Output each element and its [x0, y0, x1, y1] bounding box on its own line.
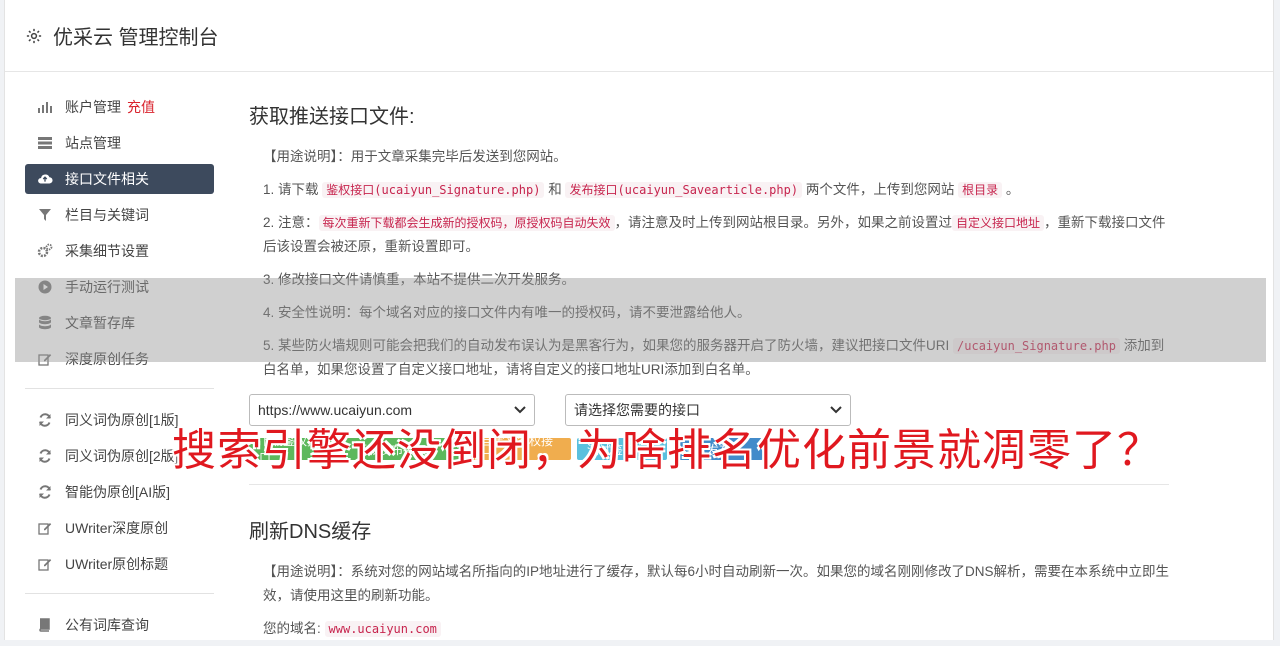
sidebar-item-ai-rewrite[interactable]: 智能伪原创[AI版] — [25, 477, 214, 507]
sidebar: 账户管理 充值 站点管理 接口文件相关 栏目与关键词 采集细节设置 手动运行测试… — [25, 92, 214, 646]
refresh-icon — [37, 448, 53, 464]
gear-icon — [26, 28, 42, 43]
section-divider — [249, 484, 1169, 485]
sidebar-item-label: UWriter深度原创 — [65, 520, 169, 536]
overlay-headline: 搜索引擎还没倒闭，为啥排名优化前景就凋零了？ — [172, 425, 1162, 476]
server-icon — [37, 135, 53, 151]
text: 和 — [544, 182, 566, 197]
sidebar-item-uwriter-deep[interactable]: UWriter深度原创 — [25, 513, 214, 543]
domain-value: www.ucaiyun.com — [324, 621, 441, 637]
instruction-2: 2. 注意： 每次重新下载都会生成新的授权码，原授权码自动失效 ，请注意及时上传到网… — [263, 211, 1169, 259]
text: 。 — [1002, 182, 1020, 197]
sidebar-item-uwriter-title[interactable]: UWriter原创标题 — [25, 549, 214, 579]
sidebar-item-label: UWriter原创标题 — [65, 556, 169, 572]
sidebar-item-label: 智能伪原创[AI版] — [65, 484, 171, 500]
sidebar-item-collect-settings[interactable]: 采集细节设置 — [25, 236, 214, 266]
book-icon — [37, 617, 53, 633]
sidebar-divider — [25, 388, 214, 389]
sidebar-item-label: 采集细节设置 — [65, 243, 149, 259]
sidebar-item-label: 公有词库查询 — [65, 617, 149, 633]
refresh-icon — [37, 484, 53, 500]
custom-url-code: 自定义接口地址 — [952, 215, 1045, 231]
top-bar: 优采云 管理控制台 — [5, 0, 1273, 72]
sidebar-item-columns-keywords[interactable]: 栏目与关键词 — [25, 200, 214, 230]
sidebar-item-public-lexicon[interactable]: 公有词库查询 — [25, 610, 214, 640]
sidebar-item-label: 接口文件相关 — [65, 171, 149, 187]
sidebar-divider — [25, 593, 214, 594]
sidebar-item-label: 同义词伪原创[1版] — [65, 412, 179, 428]
domain-label: 您的域名: — [263, 621, 321, 636]
cogs-icon — [37, 243, 53, 259]
domain-line: 您的域名: www.ucaiyun.com — [263, 617, 1169, 637]
publish-interface-code: 发布接口(ucaiyun_Savearticle.php) — [565, 182, 803, 198]
warning-code: 每次重新下载都会生成新的授权码，原授权码自动失效 — [318, 215, 615, 231]
chevron-down-icon — [514, 406, 526, 414]
sidebar-item-sites[interactable]: 站点管理 — [25, 128, 214, 158]
recharge-link[interactable]: 充值 — [127, 97, 155, 117]
sidebar-item-label: 站点管理 — [65, 135, 121, 151]
text: ，请注意及时上传到网站根目录。另外，如果之前设置过 — [614, 215, 953, 230]
dns-usage-note: 【用途说明】：系统对您的网站域名所指向的IP地址进行了缓存，默认每6小时自动刷新… — [263, 564, 1170, 603]
section-title-push-interface: 获取推送接口文件: — [249, 106, 415, 128]
sidebar-item-account[interactable]: 账户管理 充值 — [25, 92, 214, 122]
signature-interface-code: 鉴权接口(ucaiyun_Signature.php) — [322, 182, 545, 198]
sidebar-item-label: 同义词伪原创[2版] — [65, 448, 179, 464]
sidebar-item-interface-files[interactable]: 接口文件相关 — [25, 164, 214, 194]
bar-chart-icon — [37, 99, 53, 115]
filter-icon — [37, 207, 53, 223]
sidebar-item-label: 栏目与关键词 — [65, 207, 149, 223]
edit-icon — [37, 520, 53, 536]
text: 1. 请下载 — [263, 182, 323, 197]
text: 2. 注意： — [263, 215, 319, 230]
app-title: 优采云 管理控制台 — [53, 27, 219, 49]
cloud-upload-icon — [37, 171, 53, 187]
edit-icon — [37, 556, 53, 572]
instruction-1: 1. 请下载 鉴权接口(ucaiyun_Signature.php) 和 发布接… — [263, 178, 1169, 202]
chevron-down-icon — [830, 406, 842, 414]
overlay-band — [15, 278, 1266, 362]
usage-note: 【用途说明】：用于文章采集完毕后发送到您网站。 — [263, 149, 567, 164]
sidebar-item-label: 账户管理 — [65, 99, 121, 115]
root-dir-code: 根目录 — [958, 182, 1003, 198]
main-content: 获取推送接口文件: 【用途说明】：用于文章采集完毕后发送到您网站。 1. 请下载… — [249, 100, 1169, 637]
section-title-dns: 刷新DNS缓存 — [249, 521, 372, 543]
text: 两个文件，上传到您网站 — [802, 182, 959, 197]
refresh-icon — [37, 412, 53, 428]
